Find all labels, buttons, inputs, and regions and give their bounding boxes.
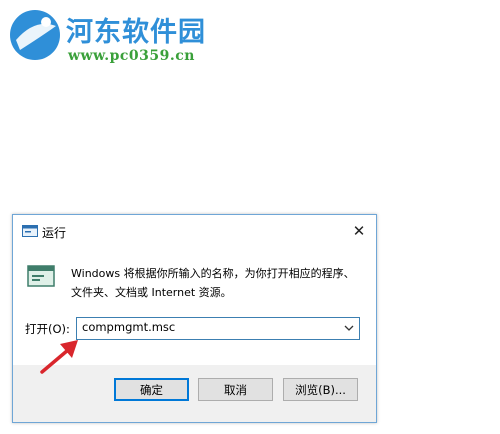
- watermark-site-url: www.pc0359.cn: [68, 48, 195, 64]
- red-arrow-icon: [40, 340, 78, 374]
- dialog-titlebar[interactable]: 运行 ✕: [13, 215, 376, 247]
- run-app-icon: [27, 265, 55, 287]
- run-icon: [22, 225, 38, 237]
- close-icon: ✕: [352, 222, 366, 240]
- run-dialog: 运行 ✕ Windows 将根据你所输入的名称，为你打开相应的程序、文件夹、文档…: [12, 214, 377, 423]
- command-input[interactable]: compmgmt.msc: [76, 317, 360, 340]
- cancel-button[interactable]: 取消: [198, 378, 273, 401]
- close-button[interactable]: ✕: [348, 220, 370, 242]
- command-value[interactable]: compmgmt.msc: [82, 320, 175, 334]
- dialog-description: Windows 将根据你所输入的名称，为你打开相应的程序、文件夹、文档或 Int…: [71, 267, 355, 299]
- chevron-down-icon[interactable]: [343, 322, 355, 334]
- open-label: 打开(O):: [25, 322, 70, 336]
- site-logo-icon: [10, 10, 60, 60]
- browse-button[interactable]: 浏览(B)...: [283, 378, 358, 401]
- watermark-site-name: 河东软件园: [66, 17, 206, 48]
- ok-button[interactable]: 确定: [114, 378, 189, 401]
- dialog-title: 运行: [42, 226, 67, 240]
